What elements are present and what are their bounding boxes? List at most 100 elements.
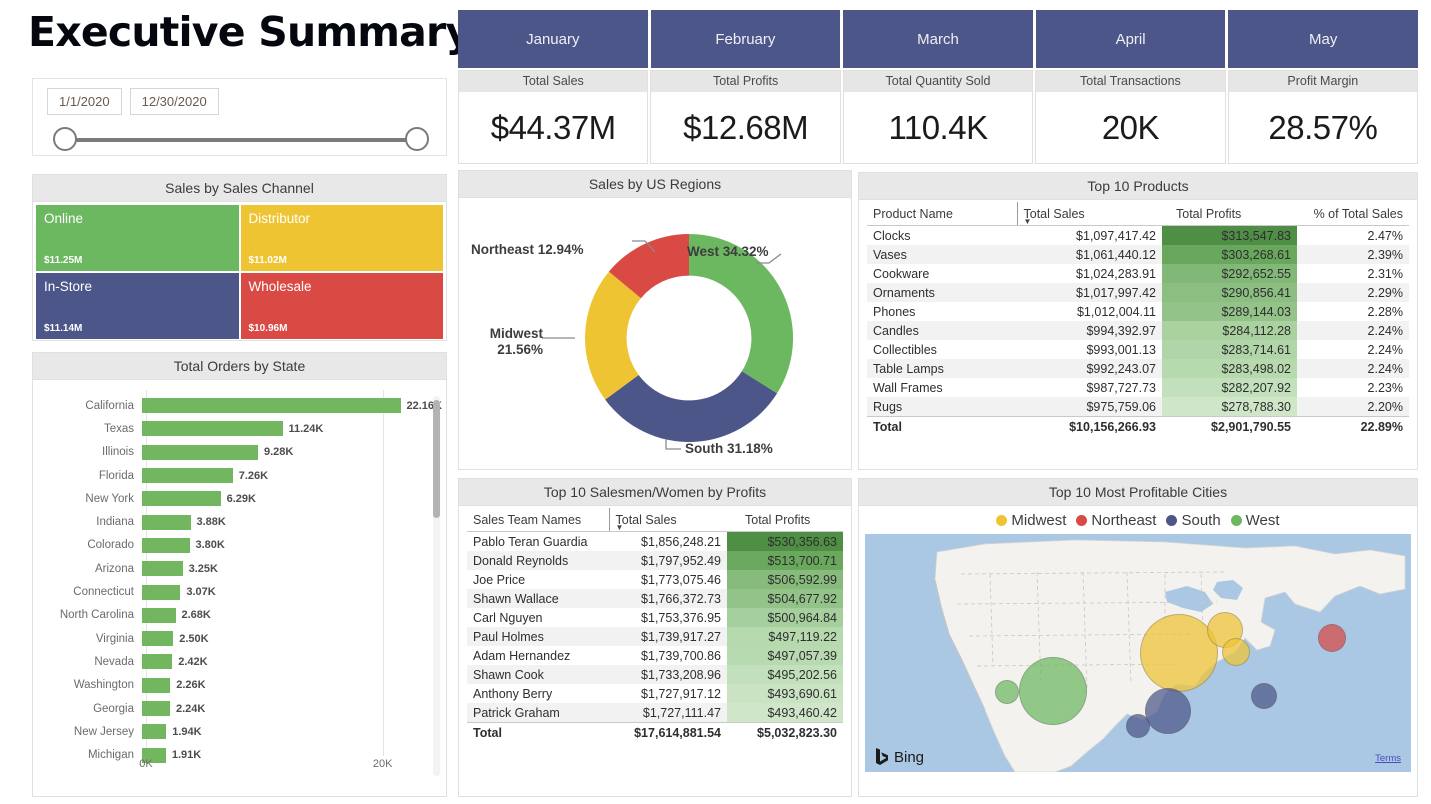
- bar-fill[interactable]: [142, 444, 258, 460]
- bar-fill[interactable]: [142, 724, 167, 740]
- bar-fill[interactable]: [142, 631, 174, 647]
- bar-row[interactable]: Florida 7.26K: [37, 464, 442, 487]
- donut-slice-south[interactable]: [605, 371, 778, 443]
- bar-fill[interactable]: [142, 537, 190, 553]
- scrollbar-thumb[interactable]: [433, 400, 440, 518]
- map-bubble[interactable]: [1222, 637, 1251, 666]
- kpi-card-profit-margin[interactable]: Profit Margin 28.57%: [1227, 70, 1419, 164]
- bar-row[interactable]: Nevada 2.42K: [37, 650, 442, 673]
- bar-row[interactable]: Illinois 9.28K: [37, 441, 442, 464]
- table-row[interactable]: Clocks $1,097,417.42 $313,547.83 2.47%: [867, 225, 1409, 245]
- slider-handle-end[interactable]: [405, 127, 429, 151]
- table-row[interactable]: Collectibles $993,001.13 $283,714.61 2.24%: [867, 340, 1409, 359]
- table-row[interactable]: Anthony Berry $1,727,917.12 $493,690.61: [467, 684, 843, 703]
- bar-fill[interactable]: [142, 701, 170, 716]
- map-bubble[interactable]: [1145, 688, 1192, 735]
- cell-total-profits: $504,677.92: [727, 589, 843, 608]
- bar-fill[interactable]: [142, 677, 171, 693]
- map-bubble[interactable]: [1317, 623, 1346, 652]
- bar-fill[interactable]: [142, 491, 221, 507]
- legend-item-northeast[interactable]: Northeast: [1076, 512, 1156, 529]
- table-row[interactable]: Rugs $975,759.06 $278,788.30 2.20%: [867, 397, 1409, 417]
- treemap-cell-online[interactable]: Online $11.25M: [36, 205, 239, 271]
- table-row[interactable]: Table Lamps $992,243.07 $283,498.02 2.24%: [867, 359, 1409, 378]
- tab-march[interactable]: March: [843, 10, 1033, 68]
- kpi-card-total-profits[interactable]: Total Profits $12.68M: [650, 70, 841, 164]
- bar-row[interactable]: Connecticut 3.07K: [37, 580, 442, 603]
- kpi-card-total-transactions[interactable]: Total Transactions 20K: [1035, 70, 1226, 164]
- cell-total-sales: $1,766,372.73: [609, 589, 727, 608]
- bar-track: 2.50K: [142, 627, 442, 650]
- bar-row[interactable]: Colorado 3.80K: [37, 534, 442, 557]
- bar-row[interactable]: Texas 11.24K: [37, 417, 442, 440]
- map-bubble[interactable]: [994, 680, 1019, 705]
- slider-handle-start[interactable]: [53, 127, 77, 151]
- map-bubble[interactable]: [1019, 657, 1088, 726]
- table-row[interactable]: Ornaments $1,017,997.42 $290,856.41 2.29%: [867, 283, 1409, 302]
- date-range-slicer[interactable]: 1/1/2020 12/30/2020: [32, 78, 447, 156]
- table-row[interactable]: Cookware $1,024,283.91 $292,652.55 2.31%: [867, 264, 1409, 283]
- bar-row[interactable]: North Carolina 2.68K: [37, 604, 442, 627]
- table-row[interactable]: Candles $994,392.97 $284,112.28 2.24%: [867, 321, 1409, 340]
- bar-value-label: 6.29K: [226, 492, 256, 505]
- bar-row[interactable]: New York 6.29K: [37, 487, 442, 510]
- treemap-cell-distributor[interactable]: Distributor $11.02M: [240, 205, 443, 271]
- bar-fill[interactable]: [142, 514, 191, 530]
- bar-row[interactable]: Indiana 3.88K: [37, 510, 442, 533]
- table-row[interactable]: Donald Reynolds $1,797,952.49 $513,700.71: [467, 551, 843, 570]
- table-row[interactable]: Wall Frames $987,727.73 $282,207.92 2.23%: [867, 378, 1409, 397]
- bar-fill[interactable]: [142, 607, 176, 623]
- tab-february[interactable]: February: [650, 10, 841, 68]
- col-total-sales[interactable]: Total Sales ▼: [608, 508, 727, 532]
- legend-item-midwest[interactable]: Midwest: [996, 512, 1066, 529]
- table-row[interactable]: Adam Hernandez $1,739,700.86 $497,057.39: [467, 646, 843, 665]
- treemap-cell-in-store[interactable]: In-Store $11.14M: [36, 273, 239, 339]
- bar-row[interactable]: Washington 2.26K: [37, 674, 442, 697]
- bar-row[interactable]: California 22.16K: [37, 394, 442, 417]
- col-total-profits[interactable]: Total Profits: [1162, 202, 1297, 226]
- table-row[interactable]: Paul Holmes $1,739,917.27 $497,119.22: [467, 627, 843, 646]
- tab-may[interactable]: May: [1228, 10, 1418, 68]
- bar-chart-scrollbar[interactable]: [433, 396, 440, 776]
- col-product-name[interactable]: Product Name: [867, 202, 1017, 226]
- kpi-card-total-sales[interactable]: Total Sales $44.37M: [458, 70, 649, 164]
- start-date-input[interactable]: 1/1/2020: [47, 88, 122, 115]
- table-row[interactable]: Phones $1,012,004.11 $289,144.03 2.28%: [867, 302, 1409, 321]
- end-date-input[interactable]: 12/30/2020: [129, 88, 219, 115]
- map-canvas[interactable]: Bing Terms: [865, 534, 1411, 772]
- table-row[interactable]: Shawn Cook $1,733,208.96 $495,202.56: [467, 665, 843, 684]
- bar-row[interactable]: New Jersey 1.94K: [37, 720, 442, 743]
- map-terms-link[interactable]: Terms: [1375, 753, 1401, 764]
- bar-row[interactable]: Arizona 3.25K: [37, 557, 442, 580]
- bar-row[interactable]: Virginia 2.50K: [37, 627, 442, 650]
- kpi-card-total-quantity-sold[interactable]: Total Quantity Sold 110.4K: [842, 70, 1034, 164]
- tab-january[interactable]: January: [458, 10, 648, 68]
- bar-value-label: 2.42K: [178, 655, 208, 668]
- table-row[interactable]: Carl Nguyen $1,753,376.95 $500,964.84: [467, 608, 843, 627]
- bar-row[interactable]: Georgia 2.24K: [37, 697, 442, 720]
- map-bubble[interactable]: [1250, 682, 1277, 709]
- legend-item-west[interactable]: West: [1230, 512, 1280, 529]
- bar-fill[interactable]: [142, 421, 283, 437]
- table-row[interactable]: Patrick Graham $1,727,111.47 $493,460.42: [467, 703, 843, 723]
- bar-fill[interactable]: [142, 468, 233, 484]
- bar-fill[interactable]: [142, 561, 183, 577]
- table-row[interactable]: Joe Price $1,773,075.46 $506,592.99: [467, 570, 843, 589]
- map-bubble[interactable]: [1126, 713, 1150, 738]
- treemap-cell-wholesale[interactable]: Wholesale $10.96M: [240, 273, 443, 339]
- col-pct-of-total-sales[interactable]: % of Total Sales: [1297, 202, 1409, 226]
- bar-fill[interactable]: [142, 654, 173, 670]
- legend-label: West: [1245, 512, 1280, 529]
- col-total-sales[interactable]: Total Sales ▼: [1016, 202, 1162, 226]
- table-row[interactable]: Pablo Teran Guardia $1,856,248.21 $530,356…: [467, 531, 843, 551]
- table-row[interactable]: Vases $1,061,440.12 $303,268.61 2.39%: [867, 245, 1409, 264]
- col-sales-team-names[interactable]: Sales Team Names: [467, 508, 609, 532]
- bar-fill[interactable]: [142, 398, 401, 414]
- legend-item-south[interactable]: South: [1166, 512, 1221, 529]
- tab-april[interactable]: April: [1035, 10, 1226, 68]
- bar-fill[interactable]: [142, 584, 181, 600]
- table-row[interactable]: Shawn Wallace $1,766,372.73 $504,677.92: [467, 589, 843, 608]
- map-bubble[interactable]: [1139, 614, 1218, 692]
- col-total-profits[interactable]: Total Profits: [727, 508, 843, 532]
- date-slider[interactable]: [51, 127, 431, 153]
